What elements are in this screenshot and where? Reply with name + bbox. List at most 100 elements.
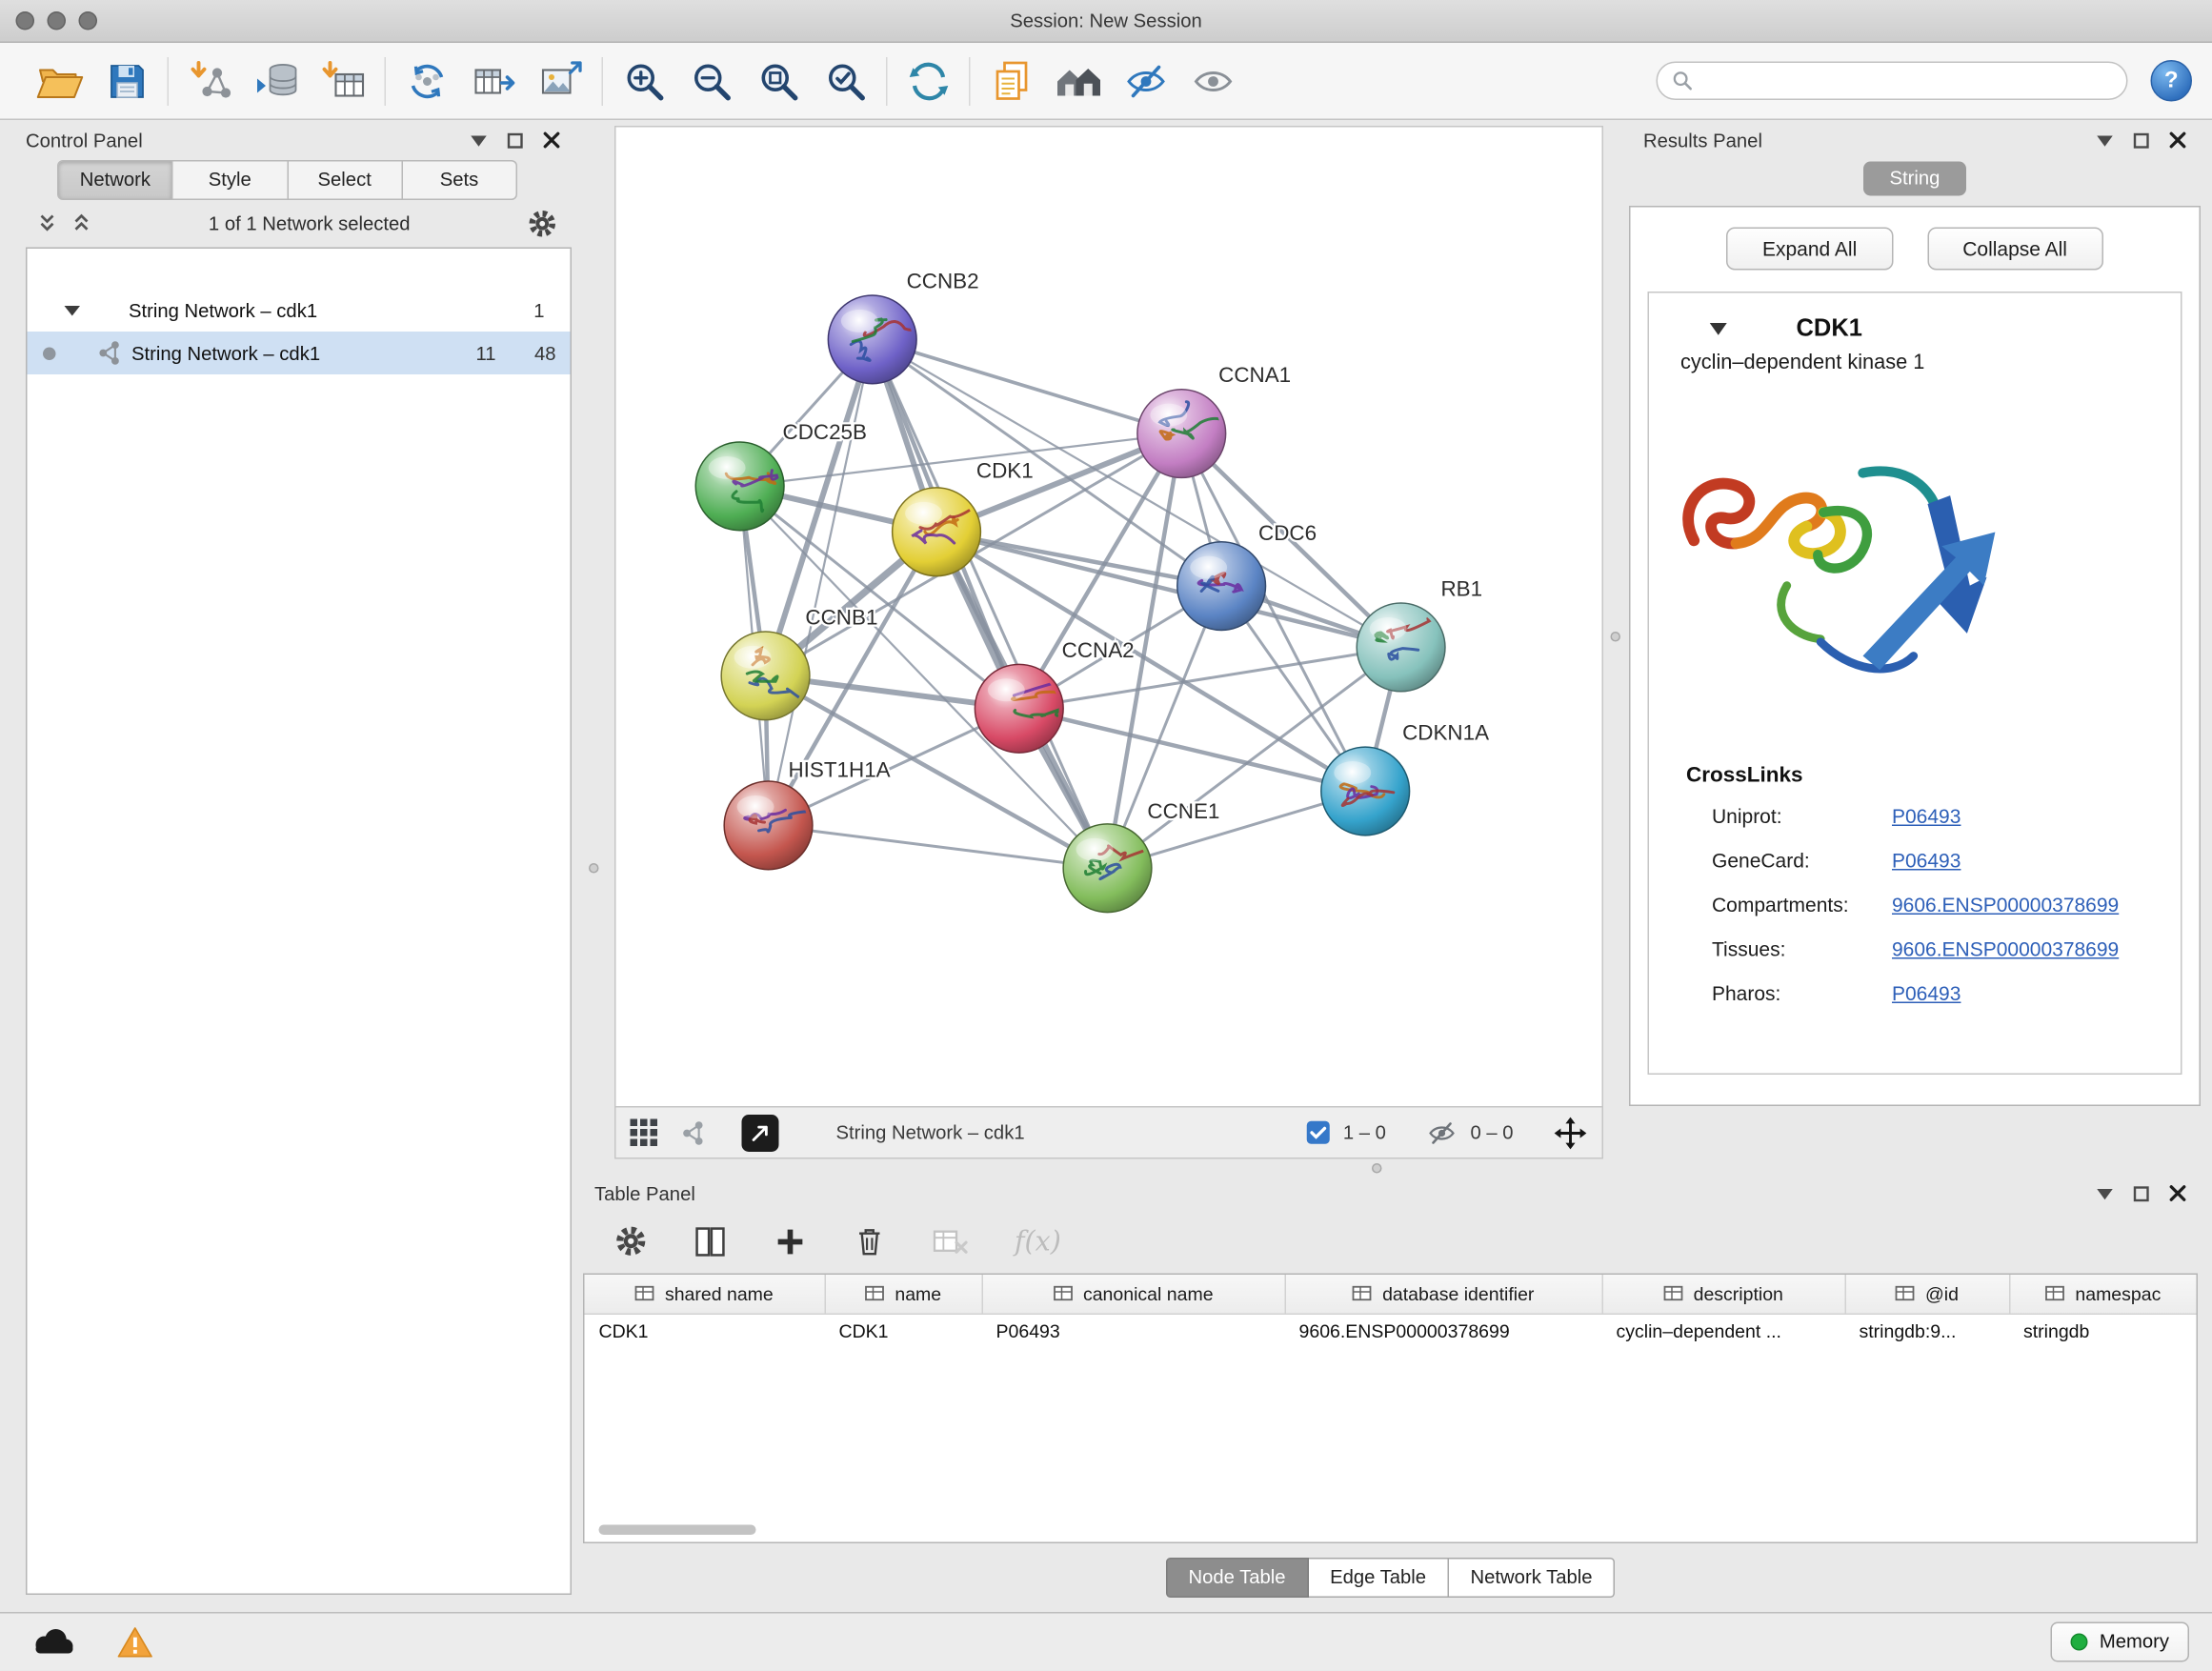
cloud-icon[interactable] [29,1625,76,1660]
node-label-HIST1H1A: HIST1H1A [788,758,890,782]
table-settings-gear-icon[interactable] [614,1225,648,1258]
disclosure-triangle-icon[interactable] [65,304,81,317]
hide-selected-button[interactable] [1112,48,1179,113]
minimize-window-button[interactable] [48,11,67,30]
collapse-tree-icon[interactable] [37,211,57,234]
splitter-grip[interactable] [1372,1163,1382,1174]
panel-close-icon[interactable] [2169,1185,2186,1202]
column-header-namespace[interactable]: namespac [2009,1275,2197,1314]
panel-close-icon[interactable] [543,131,560,149]
network-collection-row[interactable]: String Network – cdk1 1 [28,289,571,332]
column-icon [2045,1285,2065,1302]
network-row-selected[interactable]: String Network – cdk1 11 48 [28,332,571,374]
open-session-button[interactable] [26,48,93,113]
duplicate-document-button[interactable] [977,48,1045,113]
crosslink-label: Tissues: [1712,936,1892,959]
panel-menu-icon[interactable] [471,133,488,147]
splitter-grip[interactable] [1611,632,1621,642]
table-panel-header: Table Panel [580,1178,2201,1209]
show-columns-icon[interactable] [692,1222,729,1259]
tab-sets[interactable]: Sets [403,160,517,200]
cell-canonical-name[interactable]: P06493 [982,1314,1285,1351]
search-input[interactable] [1703,70,2112,92]
node-table-container[interactable]: shared name name canonical name database… [583,1274,2198,1544]
maximize-window-button[interactable] [79,11,98,30]
import-network-button[interactable] [176,48,244,113]
cell-database-identifier[interactable]: 9606.ENSP00000378699 [1285,1314,1602,1351]
function-builder-button[interactable]: f(x) [1015,1225,1061,1257]
expand-all-button[interactable]: Expand All [1726,228,1892,271]
pan-crosshair-icon[interactable] [1554,1116,1588,1150]
cell-shared-name[interactable]: CDK1 [585,1314,825,1351]
cell-id[interactable]: stringdb:9... [1845,1314,2010,1351]
crosslink-link[interactable]: P06493 [1892,981,1961,1004]
right-splitter[interactable] [1603,120,1629,1160]
tab-node-table[interactable]: Node Table [1165,1558,1308,1598]
column-header-shared-name[interactable]: shared name [585,1275,825,1314]
table-splitter[interactable] [574,1160,2212,1178]
import-table-button[interactable] [311,48,378,113]
save-session-button[interactable] [93,48,161,113]
expand-tree-icon[interactable] [71,211,91,234]
cell-namespace[interactable]: stringdb [2009,1314,2197,1351]
show-all-button[interactable] [1179,48,1247,113]
network-glyph-icon[interactable] [680,1119,705,1145]
delete-table-icon-disabled[interactable] [932,1225,971,1258]
hidden-eye-icon[interactable] [1426,1118,1458,1147]
protein-collapse-icon[interactable] [1709,322,1728,336]
panel-float-icon[interactable] [2134,1185,2150,1201]
column-header-name[interactable]: name [825,1275,982,1314]
home-button[interactable] [1045,48,1113,113]
warning-icon[interactable] [116,1625,155,1660]
zoom-selected-button[interactable] [812,48,879,113]
close-window-button[interactable] [16,11,35,30]
birds-eye-grid-icon[interactable] [631,1119,658,1147]
left-splitter[interactable] [574,120,614,1160]
export-image-button[interactable] [528,48,595,113]
crosslink-link[interactable]: 9606.ENSP00000378699 [1892,893,2119,916]
network-options-gear-icon[interactable] [528,208,558,238]
search-field[interactable] [1657,62,2128,101]
zoom-fit-button[interactable] [745,48,813,113]
panel-menu-icon[interactable] [2097,1187,2114,1200]
refresh-button[interactable] [895,48,962,113]
crosslink-link[interactable]: P06493 [1892,804,1961,827]
column-icon [1353,1285,1373,1302]
tab-style[interactable]: Style [173,160,288,200]
table-row[interactable]: CDK1 CDK1 P06493 9606.ENSP00000378699 cy… [585,1314,2197,1351]
collapse-all-button[interactable]: Collapse All [1927,228,2103,271]
zoom-in-button[interactable] [611,48,678,113]
horizontal-scrollbar[interactable] [599,1525,756,1536]
memory-button[interactable]: Memory [2051,1622,2189,1662]
tab-select[interactable]: Select [288,160,402,200]
column-header-database-identifier[interactable]: database identifier [1285,1275,1602,1314]
network-tools-button[interactable] [393,48,461,113]
selected-checkbox-icon[interactable] [1306,1120,1331,1145]
tab-network-table[interactable]: Network Table [1449,1558,1615,1598]
column-header-description[interactable]: description [1602,1275,1845,1314]
crosslink-link[interactable]: P06493 [1892,848,1961,871]
export-network-button[interactable] [460,48,528,113]
crosslink-link[interactable]: 9606.ENSP00000378699 [1892,936,2119,959]
help-button[interactable]: ? [2151,60,2193,102]
splitter-grip[interactable] [589,863,599,874]
tab-edge-table[interactable]: Edge Table [1309,1558,1449,1598]
delete-column-icon[interactable] [852,1223,888,1259]
tab-network[interactable]: Network [57,160,173,200]
zoom-out-button[interactable] [677,48,745,113]
panel-close-icon[interactable] [2169,131,2186,149]
panel-float-icon[interactable] [2134,132,2150,149]
open-in-new-window-button[interactable] [742,1114,779,1151]
add-column-icon[interactable] [774,1224,808,1258]
column-header-canonical-name[interactable]: canonical name [982,1275,1285,1314]
cell-description[interactable]: cyclin–dependent ... [1602,1314,1845,1351]
tab-string[interactable]: String [1864,162,1966,196]
panel-menu-icon[interactable] [2097,133,2114,147]
search-icon [1672,70,1694,92]
panel-float-icon[interactable] [508,132,524,149]
network-canvas[interactable]: CCNB2CCNA1CDC25BCDK1CDC6RB1CCNB1CCNA2CDK… [614,126,1603,1108]
import-network-database-button[interactable] [243,48,311,113]
column-header-id[interactable]: @id [1845,1275,2010,1314]
memory-label: Memory [2100,1631,2169,1653]
cell-name[interactable]: CDK1 [825,1314,982,1351]
